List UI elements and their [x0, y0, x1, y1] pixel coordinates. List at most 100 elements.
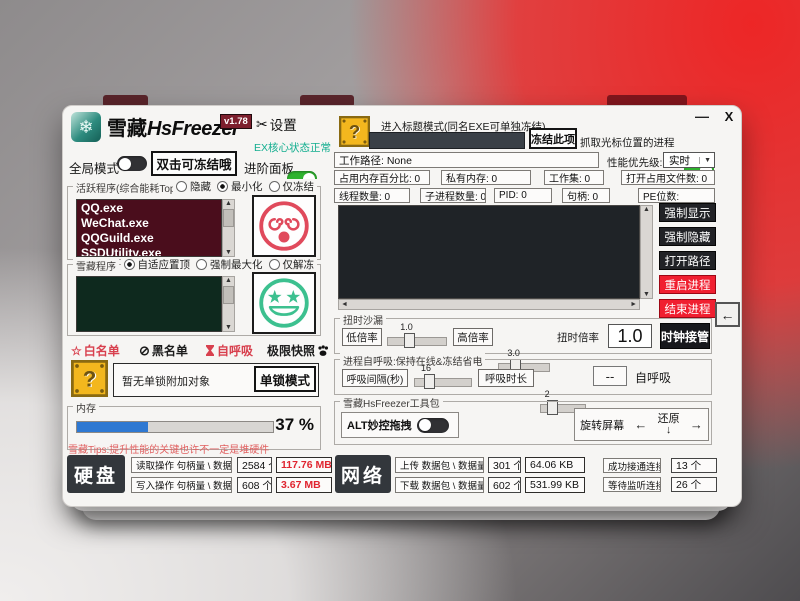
clock-takeover-button[interactable]: 时钟接管	[660, 323, 710, 349]
alt-drag-toggle[interactable]	[417, 418, 449, 433]
scroll-left-icon[interactable]: ◄	[341, 301, 348, 308]
memory-percent: 37 %	[275, 415, 314, 435]
memory-progress-track	[76, 421, 274, 433]
breath-interval-slider[interactable]: 16	[414, 364, 472, 390]
stat-private-mem: 私有内存: 0	[441, 170, 531, 185]
radio-label: 强制最大化	[210, 257, 263, 272]
whitelist-label: 白名单	[84, 342, 120, 359]
disk-write-count: 608 个	[237, 477, 272, 493]
slider-value-label: 2	[545, 389, 550, 399]
blacklist-button[interactable]: ⊘黑名单	[139, 342, 188, 359]
freeze-item-button[interactable]: 冻结此项	[529, 128, 577, 149]
list-item[interactable]: WeChat.exe	[81, 216, 217, 231]
close-button[interactable]: X	[721, 109, 737, 125]
process-detail-list[interactable]	[338, 205, 640, 299]
hourglass-icon	[205, 344, 215, 357]
breath-duration-button[interactable]: 呼吸时长	[478, 369, 534, 387]
whitelist-button[interactable]: ☆白名单	[71, 342, 120, 359]
disk-write-size: 3.67 MB	[276, 477, 332, 493]
self-breath-button[interactable]: 自呼吸	[205, 342, 253, 359]
open-path-button[interactable]: 打开路径	[659, 251, 716, 270]
net-download-size: 531.99 KB	[525, 477, 585, 493]
scroll-thumb[interactable]	[223, 209, 234, 227]
breath-interval-button[interactable]: 呼吸间隔(秒)	[342, 369, 408, 387]
list-item[interactable]: QQGuild.exe	[81, 231, 217, 246]
single-lock-mode-button[interactable]: 单锁模式	[254, 366, 316, 392]
scroll-right-icon[interactable]: ►	[630, 301, 637, 308]
memory-title: 内存	[73, 400, 99, 415]
rotate-restore-button[interactable]: 还原	[658, 414, 680, 425]
active-process-list[interactable]: QQ.exe WeChat.exe QQGuild.exe SSDUtility…	[76, 199, 222, 257]
radio-adaptive-top[interactable]: 自适应置顶	[124, 257, 191, 272]
radio-force-maximize[interactable]: 强制最大化	[196, 257, 263, 272]
scroll-down-icon[interactable]: ▼	[225, 249, 232, 256]
stat-open-files: 打开占用文件数: 0	[621, 170, 715, 185]
snapshot-label: 极限快照	[267, 342, 315, 359]
toolkit-title: 雪藏HsFreezer工具包	[340, 395, 443, 410]
scroll-down-icon[interactable]: ▼	[643, 291, 650, 298]
force-hide-button[interactable]: 强制隐藏	[659, 227, 716, 246]
stat-pe-bits: PE位数:	[638, 188, 715, 203]
radio-freeze-only[interactable]: 仅冻结	[269, 179, 315, 194]
force-show-button[interactable]: 强制显示	[659, 203, 716, 222]
net-upload-label: 上传 数据包 \ 数据量	[395, 457, 484, 473]
app-title-cn: 雪藏	[107, 118, 147, 140]
disk-write-label: 写入操作 句柄量 \ 数据量	[131, 477, 232, 493]
detail-horizontal-scrollbar[interactable]: ◄ ►	[338, 299, 640, 310]
toggle-knob	[419, 419, 431, 431]
alt-drag-label: ALT妙控拖拽	[347, 417, 412, 433]
frozen-list-scrollbar[interactable]: ▲ ▼	[222, 276, 235, 332]
scroll-up-icon[interactable]: ▲	[225, 200, 232, 207]
snapshot-button[interactable]: 极限快照	[267, 342, 329, 359]
kill-process-button[interactable]: 结束进程	[659, 299, 716, 318]
radio-hide[interactable]: 隐藏	[176, 179, 211, 194]
settings-button[interactable]: ✂设置	[256, 114, 297, 134]
blacklist-label: 黑名单	[152, 342, 188, 359]
scroll-up-icon[interactable]: ▲	[225, 277, 232, 284]
disk-read-label: 读取操作 句柄量 \ 数据量	[131, 457, 232, 473]
rotate-down-button[interactable]: ↓	[666, 425, 672, 436]
list-item[interactable]: QQ.exe	[81, 201, 217, 216]
single-lock-status: 暂无单锁附加对象	[122, 373, 210, 389]
memory-progress-fill	[77, 422, 148, 432]
radio-label: 隐藏	[190, 179, 211, 194]
svg-text:?: ?	[349, 121, 360, 142]
radio-icon	[269, 181, 280, 192]
app-logo-icon: ❄	[71, 112, 101, 142]
restart-process-button[interactable]: 重启进程	[659, 275, 716, 294]
global-mode-toggle[interactable]	[117, 156, 147, 171]
frozen-process-list[interactable]	[76, 276, 222, 332]
scroll-up-icon[interactable]: ▲	[643, 206, 650, 213]
slider-thumb[interactable]	[424, 374, 435, 389]
back-arrow-button[interactable]: ←	[715, 302, 740, 327]
low-rate-slider[interactable]: 1.0	[387, 323, 447, 349]
net-connected-label: 成功接通连接	[603, 458, 661, 473]
rotate-left-button[interactable]: ←	[634, 417, 647, 432]
warp-rate-value: 1.0	[608, 324, 652, 348]
title-mode-input[interactable]	[369, 132, 525, 149]
network-label: 网络	[335, 455, 391, 493]
radio-icon	[196, 259, 207, 270]
scroll-down-icon[interactable]: ▼	[225, 324, 232, 331]
rotate-right-button[interactable]: →	[690, 417, 703, 432]
slider-thumb[interactable]	[404, 333, 415, 348]
disk-read-count: 2584 个	[237, 457, 272, 473]
priority-dropdown[interactable]: 实时 ▼	[663, 152, 715, 168]
minimize-button[interactable]: —	[692, 108, 712, 124]
disk-label: 硬盘	[67, 455, 125, 493]
low-rate-button[interactable]: 低倍率	[342, 328, 382, 346]
double-click-freeze-button[interactable]: 双击可冻结哦	[151, 151, 237, 176]
active-list-scrollbar[interactable]: ▲ ▼	[222, 199, 235, 257]
self-breath-label: 自呼吸	[217, 342, 253, 359]
list-item[interactable]: SSDUtility.exe	[81, 246, 217, 257]
radio-unfreeze-only[interactable]: 仅解冻	[269, 257, 315, 272]
single-lock-box: 暂无单锁附加对象 单锁模式	[113, 363, 319, 397]
slider-track[interactable]	[387, 337, 447, 346]
detail-vertical-scrollbar[interactable]: ▲ ▼	[640, 205, 653, 299]
radio-minimize[interactable]: 最小化	[217, 179, 263, 194]
scroll-thumb[interactable]	[223, 286, 234, 304]
slider-track[interactable]	[414, 378, 472, 387]
self-breath-group: 进程自呼吸:保持在线&冻结省电 呼吸间隔(秒) 16 呼吸时长 2 -- 自呼吸	[334, 359, 712, 395]
high-rate-button[interactable]: 高倍率	[453, 328, 493, 346]
stat-child-procs: 子进程数量: 0	[420, 188, 486, 203]
